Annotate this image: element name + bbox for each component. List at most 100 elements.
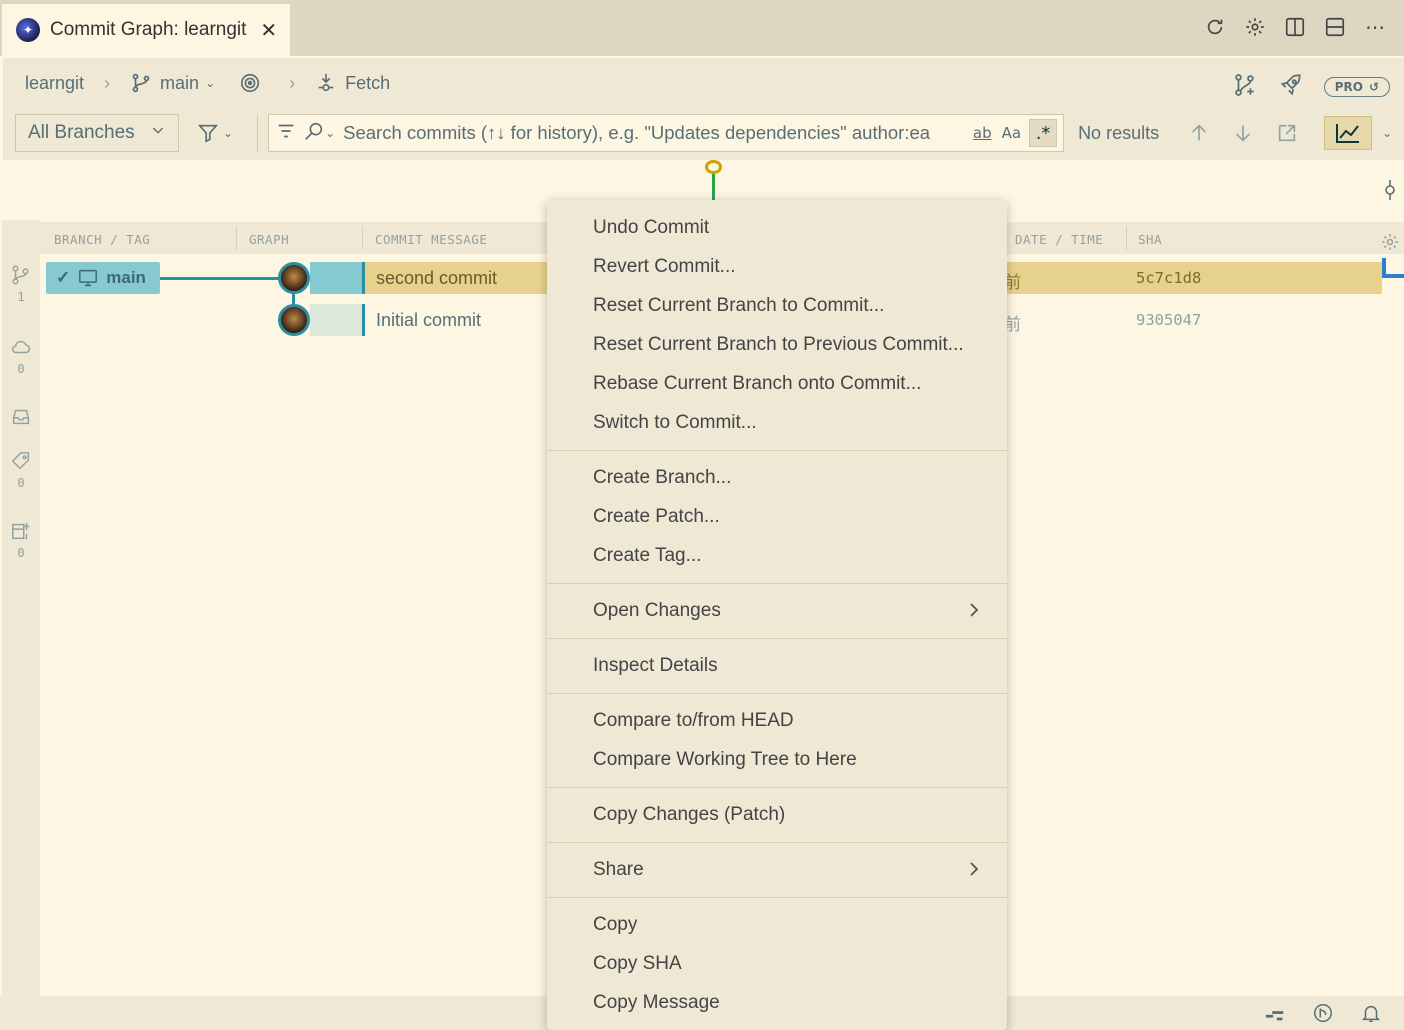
menu-item-share[interactable]: Share — [547, 852, 1007, 888]
pro-badge[interactable]: PRO ↺ — [1323, 77, 1390, 97]
menu-item-switch-to-commit[interactable]: Switch to Commit... — [547, 405, 1007, 441]
menu-item-compare-head[interactable]: Compare to/from HEAD — [547, 703, 1007, 739]
column-graph[interactable]: GRAPH — [249, 232, 289, 247]
menu-item-copy[interactable]: Copy — [547, 907, 1007, 943]
menu-separator — [547, 638, 1007, 639]
target-icon[interactable] — [239, 72, 261, 94]
chevron-down-icon[interactable]: ⌄ — [205, 76, 215, 90]
minimap-toggle-button[interactable] — [1324, 116, 1373, 150]
column-date-time[interactable]: DATE / TIME — [1015, 232, 1103, 247]
avatar[interactable] — [278, 262, 310, 294]
branch-filter-select[interactable]: All Branches — [15, 114, 179, 152]
search-results-count: No results — [1078, 122, 1160, 143]
menu-item-copy-sha[interactable]: Copy SHA — [547, 946, 1007, 982]
chevron-down-icon[interactable]: ⌄ — [325, 126, 335, 140]
graph-branch-line — [160, 277, 280, 280]
local-branch-icon — [79, 269, 98, 287]
sidebar-item-remotes[interactable]: 0 — [2, 336, 40, 376]
column-resizer[interactable] — [1126, 226, 1127, 250]
column-sha[interactable]: SHA — [1138, 232, 1162, 247]
regex-toggle[interactable]: .* — [1029, 119, 1058, 147]
gear-icon[interactable] — [1244, 14, 1266, 40]
search-icon[interactable] — [303, 120, 325, 146]
sidebar-item-tags[interactable]: 0 — [2, 450, 40, 490]
menu-item-copy-changes[interactable]: Copy Changes (Patch) — [547, 797, 1007, 833]
gear-icon[interactable] — [1380, 232, 1400, 255]
graph-status-icon[interactable] — [1264, 1002, 1286, 1024]
graph-sidebar: 1 0 0 0 — [2, 220, 40, 996]
menu-item-label: Open Changes — [593, 600, 721, 621]
menu-item-create-branch[interactable]: Create Branch... — [547, 460, 1007, 496]
cloud-icon — [12, 340, 31, 354]
menu-item-copy-message[interactable]: Copy Message — [547, 985, 1007, 1021]
commit-message: Initial commit — [376, 310, 482, 330]
tab-actions: ⋯ — [1204, 14, 1386, 40]
branches-count: 1 — [17, 290, 25, 304]
tab-bar: ✦ Commit Graph: learngit ✕ ⋯ — [0, 0, 1404, 56]
branch-name[interactable]: main — [160, 73, 199, 94]
chevron-down-icon: ⌄ — [223, 126, 234, 140]
match-whole-word-toggle[interactable]: ab — [973, 124, 992, 142]
menu-item-compare-working-tree[interactable]: Compare Working Tree to Here — [547, 742, 1007, 778]
pro-label: PRO — [1334, 80, 1363, 94]
chevron-down-icon[interactable]: ⌄ — [1382, 126, 1392, 140]
column-resizer[interactable] — [236, 226, 237, 250]
graph-header: learngit › main ⌄ › Fetch PRO ↺ All Bran… — [3, 58, 1404, 160]
sidebar-item-stashes[interactable] — [2, 406, 40, 428]
menu-separator — [547, 693, 1007, 694]
search-navigation — [1188, 122, 1298, 144]
create-pull-request-icon[interactable] — [1232, 72, 1258, 102]
tags-count: 0 — [17, 476, 25, 490]
row-marker — [362, 262, 365, 294]
repo-name[interactable]: learngit — [25, 73, 84, 94]
history-icon: ↺ — [1368, 80, 1379, 94]
sidebar-item-worktrees[interactable]: 0 — [2, 520, 40, 560]
match-case-toggle[interactable]: Aa — [1002, 124, 1021, 142]
menu-item-label: Share — [593, 859, 644, 880]
menu-separator — [547, 583, 1007, 584]
chevron-right-icon: › — [104, 72, 111, 93]
menu-item-revert-commit[interactable]: Revert Commit... — [547, 249, 1007, 285]
open-external-icon[interactable] — [1276, 122, 1298, 144]
filter-button[interactable]: ⌄ — [197, 122, 233, 144]
column-resizer[interactable] — [362, 226, 363, 250]
sidebar-item-branches[interactable]: 1 — [2, 264, 40, 304]
layout-icon[interactable] — [1324, 14, 1346, 40]
menu-item-rebase-branch[interactable]: Rebase Current Branch onto Commit... — [547, 366, 1007, 402]
menu-separator — [547, 842, 1007, 843]
context-menu: Undo Commit Revert Commit... Reset Curre… — [547, 200, 1007, 1030]
tag-icon — [11, 452, 30, 470]
chevron-right-icon — [967, 601, 981, 625]
gitlens-icon[interactable] — [1312, 1002, 1334, 1024]
menu-item-inspect-details[interactable]: Inspect Details — [547, 648, 1007, 684]
split-editor-icon[interactable] — [1284, 14, 1306, 40]
menu-item-reset-branch-previous[interactable]: Reset Current Branch to Previous Commit.… — [547, 327, 1007, 363]
bell-icon[interactable] — [1360, 1002, 1382, 1024]
search-box: ⌄ ab Aa .* — [268, 114, 1065, 152]
gitlens-logo-icon: ✦ — [16, 18, 40, 42]
menu-item-undo-commit[interactable]: Undo Commit — [547, 210, 1007, 246]
branch-chip-main[interactable]: ✓ main — [46, 262, 160, 294]
menu-item-create-tag[interactable]: Create Tag... — [547, 538, 1007, 574]
search-input[interactable] — [343, 122, 963, 144]
avatar[interactable] — [278, 304, 310, 336]
chevron-right-icon: › — [289, 72, 296, 93]
menu-separator — [547, 450, 1007, 451]
rocket-icon[interactable] — [1278, 72, 1304, 102]
arrow-down-icon[interactable] — [1232, 122, 1254, 144]
fetch-button[interactable]: Fetch — [345, 73, 390, 94]
commit-icon[interactable] — [1382, 178, 1398, 206]
close-icon[interactable]: ✕ — [260, 18, 277, 42]
chevron-right-icon — [967, 860, 981, 884]
menu-item-reset-branch[interactable]: Reset Current Branch to Commit... — [547, 288, 1007, 324]
arrow-up-icon[interactable] — [1188, 122, 1210, 144]
editor-tab-commit-graph[interactable]: ✦ Commit Graph: learngit ✕ — [2, 4, 290, 56]
column-branch-tag[interactable]: BRANCH / TAG — [54, 232, 150, 247]
menu-item-create-patch[interactable]: Create Patch... — [547, 499, 1007, 535]
column-commit-message[interactable]: COMMIT MESSAGE — [375, 232, 487, 247]
refresh-icon[interactable] — [1204, 14, 1226, 40]
more-icon[interactable]: ⋯ — [1364, 14, 1386, 40]
line-chart-icon — [1336, 124, 1360, 143]
list-filter-icon[interactable] — [275, 120, 297, 146]
menu-item-open-changes[interactable]: Open Changes — [547, 593, 1007, 629]
